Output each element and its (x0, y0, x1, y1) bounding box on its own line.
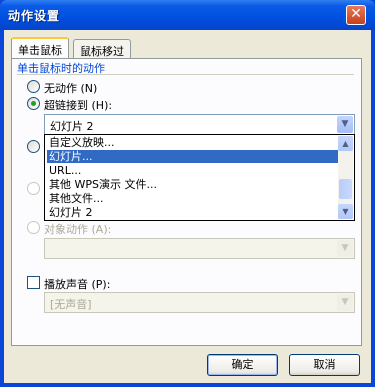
hyperlink-dropdown-list[interactable]: 自定义放映... 幻灯片... URL... 其他 WPS演示 文件... 其他… (44, 134, 355, 221)
chevron-down-icon[interactable]: ▼ (337, 116, 353, 133)
sound-combo: [无声音] ▼ (44, 292, 355, 313)
scroll-down-icon[interactable]: ▼ (338, 204, 353, 219)
scrollbar-thumb[interactable] (339, 179, 352, 199)
list-item[interactable]: 幻灯片... (47, 150, 341, 163)
radio-no-action[interactable] (27, 80, 40, 93)
sound-combo-value: [无声音] (50, 298, 92, 311)
dropdown-scrollbar[interactable]: ▲ ▼ (338, 136, 353, 219)
chevron-down-icon: ▼ (337, 240, 353, 257)
dialog-window: 动作设置 ✕ 单击鼠标 鼠标移过 单击鼠标时的动作 无动作 (N) 超链接到 (… (0, 0, 375, 387)
cancel-button[interactable]: 取消 (289, 354, 360, 376)
play-sound-label[interactable]: 播放声音 (P): (44, 276, 110, 292)
radio-hyperlink[interactable] (27, 97, 40, 110)
scroll-up-icon[interactable]: ▲ (338, 136, 353, 151)
hyperlink-accel: (H): (91, 99, 113, 112)
chevron-down-icon: ▼ (337, 294, 353, 311)
no-action-text: 无动作 (44, 82, 77, 95)
object-action-text: 对象动作 (44, 223, 88, 236)
close-icon: ✕ (350, 6, 362, 22)
object-action-label: 对象动作 (A): (44, 221, 111, 237)
hyperlink-label[interactable]: 超链接到 (H): (44, 97, 112, 113)
tab-label: 单击鼠标 (18, 44, 62, 57)
tab-mouse-over[interactable]: 鼠标移过 (73, 39, 131, 59)
object-action-combo: ▼ (44, 238, 355, 259)
hyperlink-text: 超链接到 (44, 99, 88, 112)
tab-single-click[interactable]: 单击鼠标 (11, 37, 69, 59)
object-action-accel: (A): (91, 223, 112, 236)
list-item[interactable]: 其他文件... (47, 192, 341, 205)
list-item[interactable]: 其他 WPS演示 文件... (47, 178, 341, 191)
ok-button[interactable]: 确定 (207, 354, 278, 376)
hyperlink-combo-value: 幻灯片 2 (50, 120, 94, 133)
close-button[interactable]: ✕ (346, 5, 366, 25)
play-sound-text: 播放声音 (44, 278, 88, 291)
group-divider (17, 74, 354, 75)
play-sound-accel: (P): (91, 278, 111, 291)
play-sound-checkbox[interactable] (27, 276, 40, 289)
no-action-accel: (N) (80, 82, 98, 95)
list-item[interactable]: 自定义放映... (47, 136, 341, 149)
radio-run-program[interactable] (27, 140, 40, 153)
list-item[interactable]: 幻灯片 2 (47, 206, 341, 219)
title-bar[interactable]: 动作设置 ✕ (0, 0, 375, 30)
window-title: 动作设置 (8, 9, 61, 23)
radio-object-action (27, 221, 40, 234)
radio-run-macro (27, 182, 40, 195)
no-action-label[interactable]: 无动作 (N) (44, 80, 97, 96)
list-item[interactable]: URL... (47, 164, 341, 177)
tab-label: 鼠标移过 (80, 45, 124, 58)
hyperlink-combo[interactable]: 幻灯片 2 ▼ (44, 114, 355, 135)
